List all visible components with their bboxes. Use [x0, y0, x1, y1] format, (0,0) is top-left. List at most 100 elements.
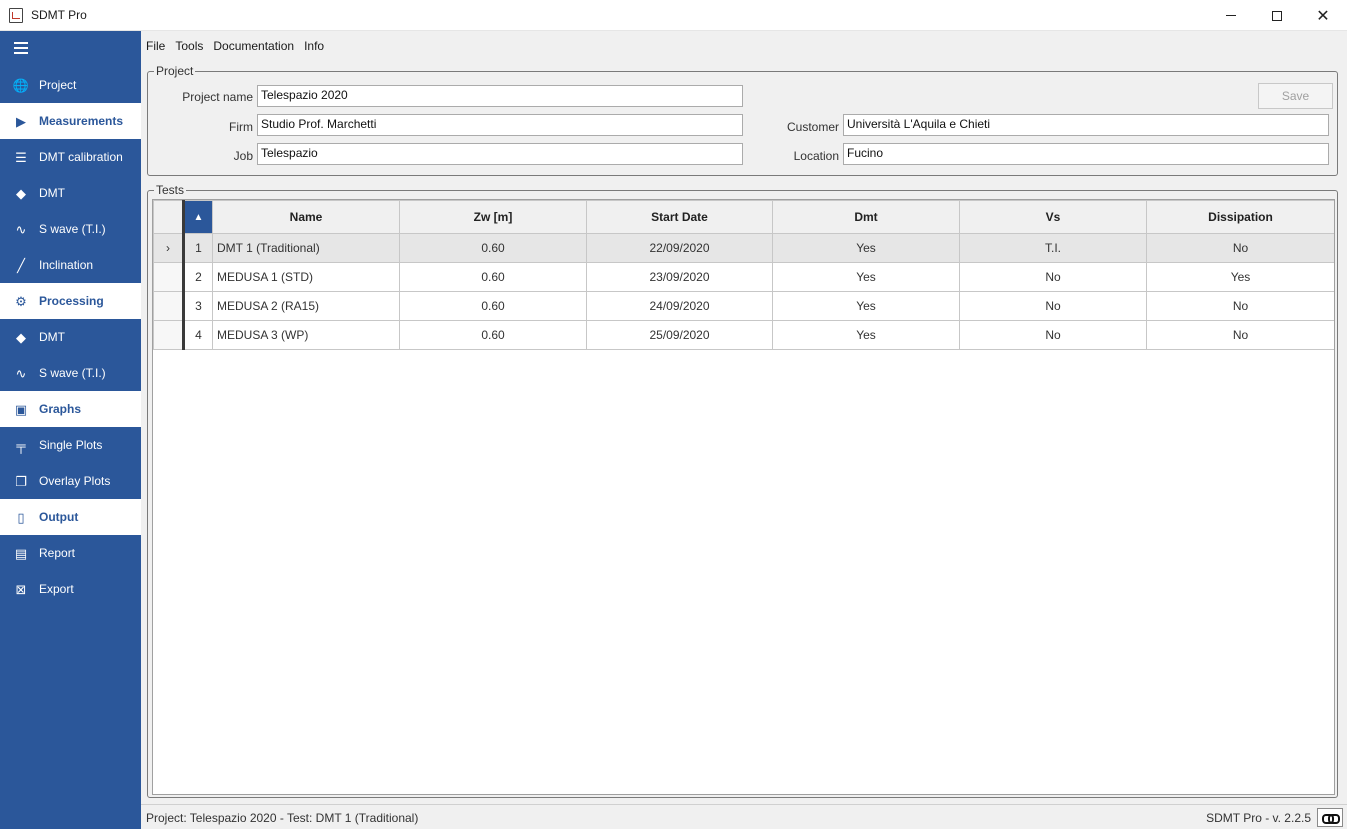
sidebar: 🌐 Project ▶ Measurements ☰ DMT calibration ◆ DM…: [0, 31, 141, 829]
sidebar-item-label: Processing: [39, 294, 104, 308]
slash-icon: ╱: [17, 257, 25, 273]
row-header-corner: [153, 200, 184, 234]
save-button[interactable]: Save: [1258, 83, 1333, 109]
sidebar-item-label: DMT: [39, 186, 65, 200]
sidebar-section-graphs[interactable]: ▣ Graphs: [0, 391, 141, 427]
cell-zw: 0.60: [399, 262, 587, 292]
close-button[interactable]: ✕: [1300, 0, 1346, 31]
sidebar-item-label: Export: [39, 582, 74, 596]
cell-dmt: Yes: [772, 320, 960, 350]
sidebar-item-label: DMT calibration: [39, 150, 123, 164]
customer-field[interactable]: Università L'Aquila e Chieti: [843, 114, 1329, 136]
status-text: Project: Telespazio 2020 - Test: DMT 1 (…: [146, 811, 419, 825]
version-label: SDMT Pro - v. 2.2.5: [1206, 811, 1311, 825]
row-header-cell[interactable]: [153, 291, 184, 321]
sidebar-item-label: Report: [39, 546, 76, 560]
sidebar-item-overlay-plots[interactable]: ❐ Overlay Plots: [0, 463, 141, 499]
sidebar-item-dmt-calibration[interactable]: ☰ DMT calibration: [0, 139, 141, 175]
row-number: 4: [182, 320, 213, 350]
sidebar-section-processing[interactable]: ⚙ Processing: [0, 283, 141, 319]
link-button[interactable]: [1317, 808, 1343, 827]
main-content: Project Project name Telespazio 2020 Fir…: [141, 61, 1347, 804]
wave-icon: ∿: [15, 365, 27, 381]
sidebar-item-s-wave[interactable]: ∿ S wave (T.I.): [0, 211, 141, 247]
sort-ascending-icon[interactable]: ▲: [182, 200, 213, 234]
cell-zw: 0.60: [399, 233, 587, 263]
cell-vs: No: [959, 262, 1147, 292]
cell-name: MEDUSA 2 (RA15): [212, 291, 400, 321]
hamburger-menu-icon[interactable]: [14, 42, 28, 54]
table-row[interactable]: 4 MEDUSA 3 (WP) 0.60 25/09/2020 Yes No No: [153, 320, 1334, 350]
menu-documentation[interactable]: Documentation: [208, 39, 299, 53]
project-name-field[interactable]: Telespazio 2020: [257, 85, 743, 107]
cell-name: DMT 1 (Traditional): [212, 233, 400, 263]
job-label: Job: [233, 149, 253, 163]
cell-zw: 0.60: [399, 320, 587, 350]
tests-table: ▲ Name Zw [m] Start Date Dmt Vs Dissipation › 1…: [153, 200, 1334, 350]
menu-bar: File Tools Documentation Info: [141, 31, 1347, 61]
blade-icon: ◆: [16, 185, 26, 201]
cell-dmt: Yes: [772, 233, 960, 263]
sidebar-item-label: Inclination: [39, 258, 94, 272]
firm-field[interactable]: Studio Prof. Marchetti: [257, 114, 743, 136]
cell-date: 24/09/2020: [586, 291, 773, 321]
cell-date: 23/09/2020: [586, 262, 773, 292]
cell-vs: T.I.: [959, 233, 1147, 263]
sidebar-item-label: Single Plots: [39, 438, 103, 452]
minimize-button[interactable]: [1208, 0, 1254, 31]
sidebar-item-single-plots[interactable]: ╤ Single Plots: [0, 427, 141, 463]
table-row[interactable]: 3 MEDUSA 2 (RA15) 0.60 24/09/2020 Yes No No: [153, 291, 1334, 321]
image-icon: ▣: [14, 401, 28, 417]
close-icon: ✕: [1316, 7, 1330, 25]
cell-date: 25/09/2020: [586, 320, 773, 350]
cell-vs: No: [959, 291, 1147, 321]
column-header-name[interactable]: Name: [212, 200, 400, 234]
app-logo-icon: [9, 8, 23, 23]
sidebar-section-output[interactable]: ▯ Output: [0, 499, 141, 535]
row-header-cell[interactable]: [153, 262, 184, 292]
column-header-dissipation[interactable]: Dissipation: [1146, 200, 1334, 234]
sidebar-item-inclination[interactable]: ╱ Inclination: [0, 247, 141, 283]
sidebar-item-label: Graphs: [39, 402, 82, 416]
table-row[interactable]: › 1 DMT 1 (Traditional) 0.60 22/09/2020 Yes T.…: [153, 233, 1334, 263]
customer-label: Customer: [786, 120, 839, 134]
cell-dmt: Yes: [772, 262, 960, 292]
job-field[interactable]: Telespazio: [257, 143, 743, 165]
sidebar-item-label: S wave (T.I.): [39, 366, 106, 380]
play-icon: ▶: [16, 113, 26, 129]
cell-dissipation: No: [1146, 291, 1334, 321]
sidebar-item-dmt[interactable]: ◆ DMT: [0, 175, 141, 211]
minimize-icon: [1226, 15, 1236, 16]
location-label: Location: [793, 149, 839, 163]
menu-info[interactable]: Info: [299, 39, 329, 53]
column-header-zw-m[interactable]: Zw [m]: [399, 200, 587, 234]
menu-tools[interactable]: Tools: [170, 39, 208, 53]
menu-file[interactable]: File: [141, 39, 170, 53]
sidebar-item-proc-dmt[interactable]: ◆ DMT: [0, 319, 141, 355]
row-number: 3: [182, 291, 213, 321]
column-header-dmt[interactable]: Dmt: [772, 200, 960, 234]
sidebar-item-report[interactable]: ▤ Report: [0, 535, 141, 571]
cell-zw: 0.60: [399, 291, 587, 321]
sidebar-section-measurements[interactable]: ▶ Measurements: [0, 103, 141, 139]
sidebar-item-label: Overlay Plots: [39, 474, 111, 488]
row-number: 2: [182, 262, 213, 292]
location-field[interactable]: Fucino: [843, 143, 1329, 165]
cell-vs: No: [959, 320, 1147, 350]
sidebar-item-project[interactable]: 🌐 Project: [0, 67, 141, 103]
row-selector-icon[interactable]: ›: [153, 233, 184, 263]
excel-icon: ⊠: [15, 581, 27, 597]
column-header-vs[interactable]: Vs: [959, 200, 1147, 234]
document-icon: ▯: [17, 509, 25, 525]
sidebar-item-proc-s-wave[interactable]: ∿ S wave (T.I.): [0, 355, 141, 391]
sidebar-item-export[interactable]: ⊠ Export: [0, 571, 141, 607]
cell-dissipation: No: [1146, 320, 1334, 350]
cell-dmt: Yes: [772, 291, 960, 321]
maximize-button[interactable]: [1254, 0, 1300, 31]
row-header-cell[interactable]: [153, 320, 184, 350]
pin-icon: ╤: [16, 437, 26, 453]
column-header-start-date[interactable]: Start Date: [586, 200, 773, 234]
table-header-row: ▲ Name Zw [m] Start Date Dmt Vs Dissipation: [153, 200, 1334, 234]
table-row[interactable]: 2 MEDUSA 1 (STD) 0.60 23/09/2020 Yes No Yes: [153, 262, 1334, 292]
tests-legend: Tests: [154, 183, 187, 197]
